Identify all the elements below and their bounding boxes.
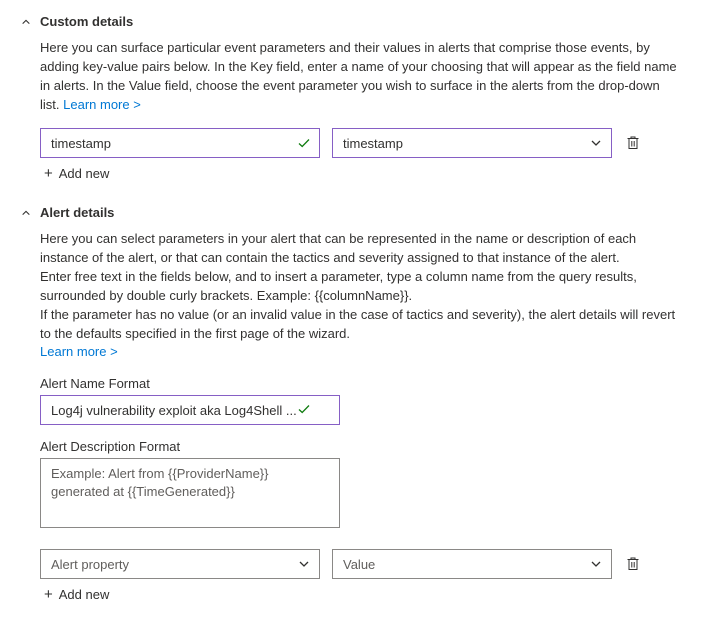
alert-details-title: Alert details xyxy=(40,205,114,220)
alert-property-dropdown[interactable]: Alert property xyxy=(40,549,320,579)
plus-icon: + xyxy=(44,166,53,181)
alert-name-label: Alert Name Format xyxy=(40,376,698,391)
custom-details-description: Here you can surface particular event pa… xyxy=(40,39,680,114)
learn-more-link[interactable]: Learn more > xyxy=(40,344,118,359)
custom-details-title: Custom details xyxy=(40,14,133,29)
alert-property-row: Alert property Value xyxy=(40,549,698,579)
alert-desc-label: Alert Description Format xyxy=(40,439,698,454)
learn-more-link[interactable]: Learn more > xyxy=(63,97,141,112)
add-new-button[interactable]: + Add new xyxy=(40,587,698,602)
add-new-button[interactable]: + Add new xyxy=(40,166,698,181)
chevron-up-icon xyxy=(20,16,32,28)
alert-details-body: Here you can select parameters in your a… xyxy=(20,230,698,602)
chevron-down-icon xyxy=(295,555,313,573)
custom-details-row: timestamp timestamp xyxy=(40,128,698,158)
alert-desc-textarea[interactable] xyxy=(40,458,340,528)
alert-details-header[interactable]: Alert details xyxy=(20,205,698,220)
custom-details-body: Here you can surface particular event pa… xyxy=(20,39,698,181)
plus-icon: + xyxy=(44,587,53,602)
custom-details-header[interactable]: Custom details xyxy=(20,14,698,29)
checkmark-icon xyxy=(295,134,313,152)
alert-details-description: Here you can select parameters in your a… xyxy=(40,230,680,362)
alert-name-input[interactable]: Log4j vulnerability exploit aka Log4Shel… xyxy=(40,395,340,425)
chevron-down-icon xyxy=(587,555,605,573)
checkmark-icon xyxy=(297,402,311,419)
delete-button[interactable] xyxy=(624,134,642,152)
delete-button[interactable] xyxy=(624,555,642,573)
chevron-down-icon xyxy=(587,134,605,152)
chevron-up-icon xyxy=(20,207,32,219)
key-input[interactable]: timestamp xyxy=(40,128,320,158)
value-dropdown[interactable]: timestamp xyxy=(332,128,612,158)
alert-value-dropdown[interactable]: Value xyxy=(332,549,612,579)
